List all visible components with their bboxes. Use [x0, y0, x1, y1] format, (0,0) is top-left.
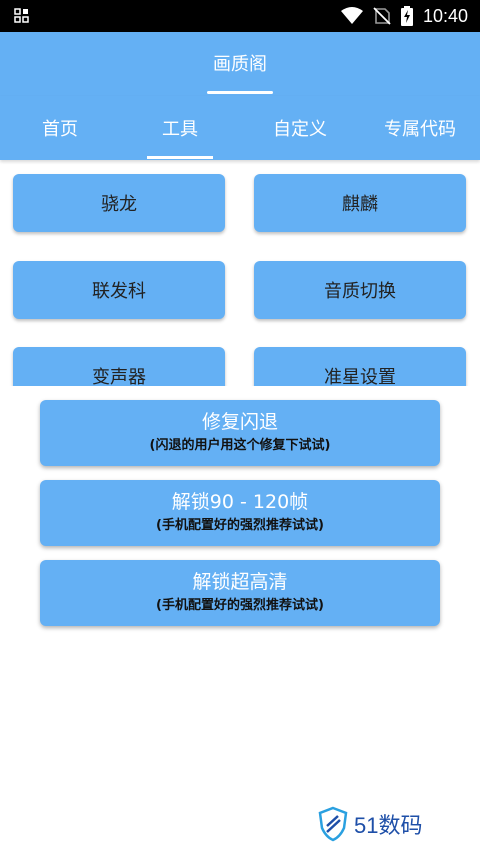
tab-exclusive-code[interactable]: 专属代码 [360, 96, 480, 160]
kirin-button[interactable]: 麒麟 [254, 174, 466, 232]
unlock-fps-title: 解锁90 - 120帧 [171, 491, 309, 513]
tab-tools[interactable]: 工具 [120, 96, 240, 160]
app-title: 画质阁 [213, 54, 267, 75]
grid-scroll-area[interactable]: 骁龙 麒麟 联发科 音质切换 变声器 准星设置 [0, 160, 480, 386]
title-underline [207, 91, 273, 94]
fix-crash-button[interactable]: 修复闪退 (闪退的用户用这个修复下试试) [40, 400, 440, 466]
wifi-icon [340, 7, 363, 24]
watermark: 51数码 [318, 806, 422, 842]
shield-logo-icon [318, 806, 348, 842]
unlock-fps-subtitle: (手机配置好的强烈推荐试试) [156, 518, 324, 533]
tab-indicator [147, 156, 213, 159]
unlock-fps-button[interactable]: 解锁90 - 120帧 (手机配置好的强烈推荐试试) [40, 480, 440, 546]
watermark-text: 51数码 [354, 813, 423, 838]
snapdragon-button[interactable]: 骁龙 [13, 174, 225, 232]
audio-switch-button[interactable]: 音质切换 [254, 261, 466, 319]
unlock-uhd-title: 解锁超高清 [192, 571, 288, 593]
tab-bar: 首页 工具 自定义 专属代码 [0, 96, 480, 160]
fix-crash-subtitle: (闪退的用户用这个修复下试试) [149, 438, 331, 453]
unlock-uhd-subtitle: (手机配置好的强烈推荐试试) [156, 598, 324, 613]
fix-crash-title: 修复闪退 [201, 411, 278, 433]
app-bar: 画质阁 [0, 32, 480, 96]
crosshair-settings-button[interactable]: 准星设置 [254, 347, 466, 386]
mediatek-button[interactable]: 联发科 [13, 261, 225, 319]
voice-changer-button[interactable]: 变声器 [13, 347, 225, 386]
no-sim-icon [373, 7, 391, 25]
status-bar: 10:40 [0, 0, 480, 32]
tab-home[interactable]: 首页 [0, 96, 120, 160]
battery-charging-icon [400, 6, 413, 26]
unlock-uhd-button[interactable]: 解锁超高清 (手机配置好的强烈推荐试试) [40, 560, 440, 626]
status-time: 10:40 [422, 5, 468, 26]
grid-icon [14, 8, 29, 23]
tab-custom[interactable]: 自定义 [240, 96, 360, 160]
